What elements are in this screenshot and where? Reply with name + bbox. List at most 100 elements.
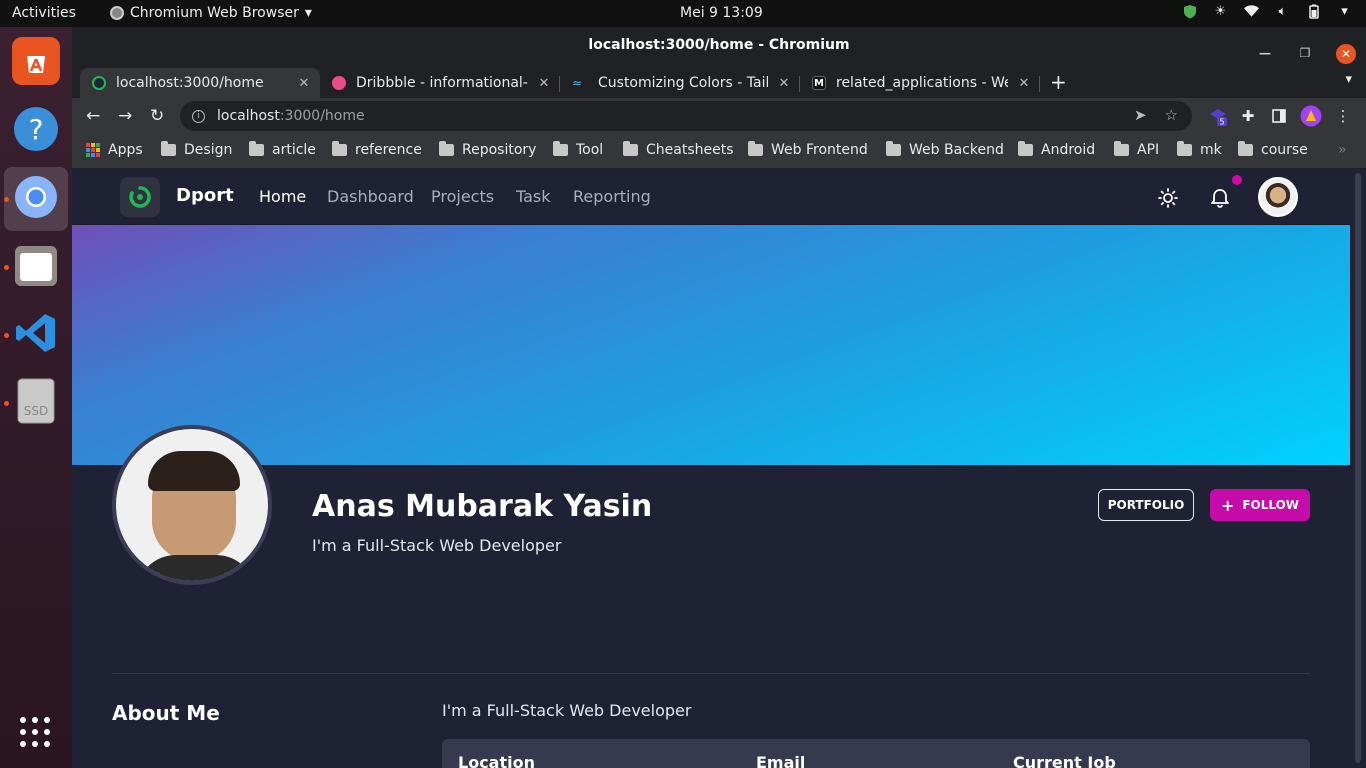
bookmark-apps[interactable]: Apps bbox=[86, 142, 143, 158]
extension-badge: 5 bbox=[1219, 118, 1224, 127]
send-to-device-icon[interactable]: ➤ bbox=[1134, 106, 1147, 124]
nav-home[interactable]: Home bbox=[259, 187, 306, 206]
system-tray[interactable]: ☀ 🔈︎ ▾ bbox=[1182, 4, 1352, 19]
window-title: localhost:3000/home - Chromium bbox=[588, 37, 850, 53]
close-window-icon[interactable]: ✕ bbox=[1336, 43, 1356, 64]
wifi-icon[interactable] bbox=[1244, 4, 1259, 19]
portfolio-button[interactable]: PORTFOLIO bbox=[1098, 489, 1194, 521]
url-host: localhost bbox=[217, 108, 280, 124]
bookmark-folder[interactable]: API bbox=[1114, 141, 1160, 158]
chromium-dock-icon[interactable] bbox=[12, 173, 60, 221]
browser-toolbar: ← → ↻ i localhost:3000/home ➤ ☆ 5 ✚ ⋮ bbox=[72, 98, 1366, 135]
ssd-drive-icon[interactable]: SSD bbox=[12, 377, 60, 425]
bookmark-label: Web Backend bbox=[909, 142, 1004, 158]
folder-icon bbox=[1177, 141, 1192, 156]
theme-toggle-sun-icon[interactable] bbox=[1156, 186, 1180, 210]
volume-icon[interactable]: 🔈︎ bbox=[1275, 4, 1290, 19]
brightness-icon[interactable]: ☀ bbox=[1213, 4, 1228, 19]
dport-logo-icon[interactable] bbox=[120, 177, 160, 217]
tab-title: related_applications - We bbox=[836, 75, 1008, 91]
portfolio-label: PORTFOLIO bbox=[1107, 498, 1185, 512]
help-icon[interactable]: ? bbox=[12, 105, 60, 153]
email-header: Email bbox=[756, 753, 806, 768]
shield-icon[interactable] bbox=[1182, 4, 1197, 19]
battery-icon[interactable] bbox=[1306, 4, 1321, 19]
software-center-icon[interactable] bbox=[12, 37, 60, 85]
bookmark-folder[interactable]: Web Frontend bbox=[748, 141, 868, 158]
follow-button[interactable]: + FOLLOW bbox=[1210, 489, 1310, 521]
url-path: :3000/home bbox=[279, 108, 365, 124]
folder-icon bbox=[1114, 141, 1129, 156]
bookmarks-overflow-icon[interactable]: » bbox=[1338, 142, 1347, 158]
folder-icon bbox=[1018, 141, 1033, 156]
dport-favicon-icon bbox=[92, 76, 106, 90]
folder-icon bbox=[161, 141, 176, 156]
location-header: Location bbox=[458, 753, 535, 768]
bookmark-folder[interactable]: Tool bbox=[553, 141, 603, 158]
tab-tailwind[interactable]: ≈ Customizing Colors - Tailw ✕ bbox=[560, 68, 800, 98]
nav-dashboard[interactable]: Dashboard bbox=[327, 187, 414, 206]
bookmark-label: reference bbox=[355, 142, 422, 158]
close-tab-icon[interactable]: ✕ bbox=[296, 76, 312, 91]
nav-projects[interactable]: Projects bbox=[431, 187, 494, 206]
extension-icon[interactable]: 5 bbox=[1207, 105, 1229, 127]
bookmark-folder[interactable]: course bbox=[1238, 141, 1308, 158]
bookmark-folder[interactable]: Repository bbox=[439, 141, 537, 158]
bookmark-folder[interactable]: reference bbox=[332, 141, 422, 158]
reload-icon[interactable]: ↻ bbox=[150, 106, 164, 126]
plus-icon: + bbox=[1220, 495, 1235, 515]
profile-info-card: Location Email Current Job bbox=[442, 739, 1310, 768]
side-panel-icon[interactable] bbox=[1268, 105, 1290, 127]
close-tab-icon[interactable]: ✕ bbox=[536, 76, 552, 91]
profile-icon[interactable] bbox=[1300, 105, 1322, 127]
vscode-icon[interactable] bbox=[12, 309, 60, 357]
extensions-puzzle-icon[interactable]: ✚ bbox=[1237, 105, 1259, 127]
files-icon[interactable] bbox=[12, 241, 60, 289]
bookmark-folder[interactable]: Design bbox=[161, 141, 233, 158]
clock[interactable]: Mei 9 13:09 bbox=[680, 5, 763, 21]
activities-button[interactable]: Activities bbox=[12, 5, 76, 21]
bookmark-folder[interactable]: Cheatsheets bbox=[623, 141, 734, 158]
bookmark-folder[interactable]: mk bbox=[1177, 141, 1222, 158]
page-scrollbar[interactable] bbox=[1350, 169, 1366, 768]
close-tab-icon[interactable]: ✕ bbox=[1016, 76, 1032, 91]
window-titlebar[interactable]: localhost:3000/home - Chromium — ❐ ✕ bbox=[72, 27, 1366, 64]
show-applications-icon[interactable] bbox=[20, 717, 50, 747]
address-bar[interactable]: i localhost:3000/home ➤ ☆ bbox=[180, 101, 1192, 131]
app-menu[interactable]: Chromium Web Browser ▾ bbox=[110, 5, 312, 21]
section-divider bbox=[112, 673, 1310, 674]
forward-arrow-icon[interactable]: → bbox=[118, 106, 132, 126]
bookmark-label: Repository bbox=[462, 142, 537, 158]
browser-menu-icon[interactable]: ⋮ bbox=[1332, 105, 1354, 127]
folder-icon bbox=[623, 141, 638, 156]
back-arrow-icon[interactable]: ← bbox=[86, 106, 100, 126]
close-tab-icon[interactable]: ✕ bbox=[776, 76, 792, 91]
user-avatar[interactable] bbox=[1258, 177, 1298, 217]
tab-dribbble[interactable]: Dribbble - informational-p ✕ bbox=[320, 68, 560, 98]
site-info-icon[interactable]: i bbox=[192, 109, 205, 123]
bookmark-folder[interactable]: Web Backend bbox=[886, 141, 1004, 158]
running-indicator bbox=[4, 265, 9, 270]
bookmark-folder[interactable]: Android bbox=[1018, 141, 1096, 158]
system-top-bar: Activities Chromium Web Browser ▾ Mei 9 … bbox=[0, 0, 1366, 27]
system-menu-chevron-icon[interactable]: ▾ bbox=[1337, 4, 1352, 19]
bookmark-label: API bbox=[1137, 142, 1160, 158]
bookmark-label: Android bbox=[1041, 142, 1096, 158]
nav-task[interactable]: Task bbox=[516, 187, 551, 206]
tab-home[interactable]: localhost:3000/home ✕ bbox=[80, 68, 320, 98]
running-indicator bbox=[4, 401, 9, 406]
tab-mdn[interactable]: M related_applications - We ✕ bbox=[800, 68, 1040, 98]
tab-search-chevron-icon[interactable]: ▾ bbox=[1345, 72, 1352, 87]
bookmark-star-icon[interactable]: ☆ bbox=[1165, 106, 1178, 124]
new-tab-icon[interactable]: + bbox=[1050, 70, 1067, 94]
bookmark-label: Design bbox=[184, 142, 233, 158]
bookmark-folder[interactable]: article bbox=[249, 141, 316, 158]
notification-bell-icon[interactable] bbox=[1208, 186, 1232, 210]
chromium-app-icon bbox=[110, 6, 124, 20]
nav-reporting[interactable]: Reporting bbox=[573, 187, 651, 206]
brand-name[interactable]: Dport bbox=[176, 185, 234, 206]
tab-title: Customizing Colors - Tailw bbox=[598, 75, 768, 91]
bookmark-label: Web Frontend bbox=[771, 142, 868, 158]
mdn-favicon-icon: M bbox=[812, 76, 826, 90]
bookmarks-bar: Apps Design article reference Repository… bbox=[72, 135, 1366, 169]
